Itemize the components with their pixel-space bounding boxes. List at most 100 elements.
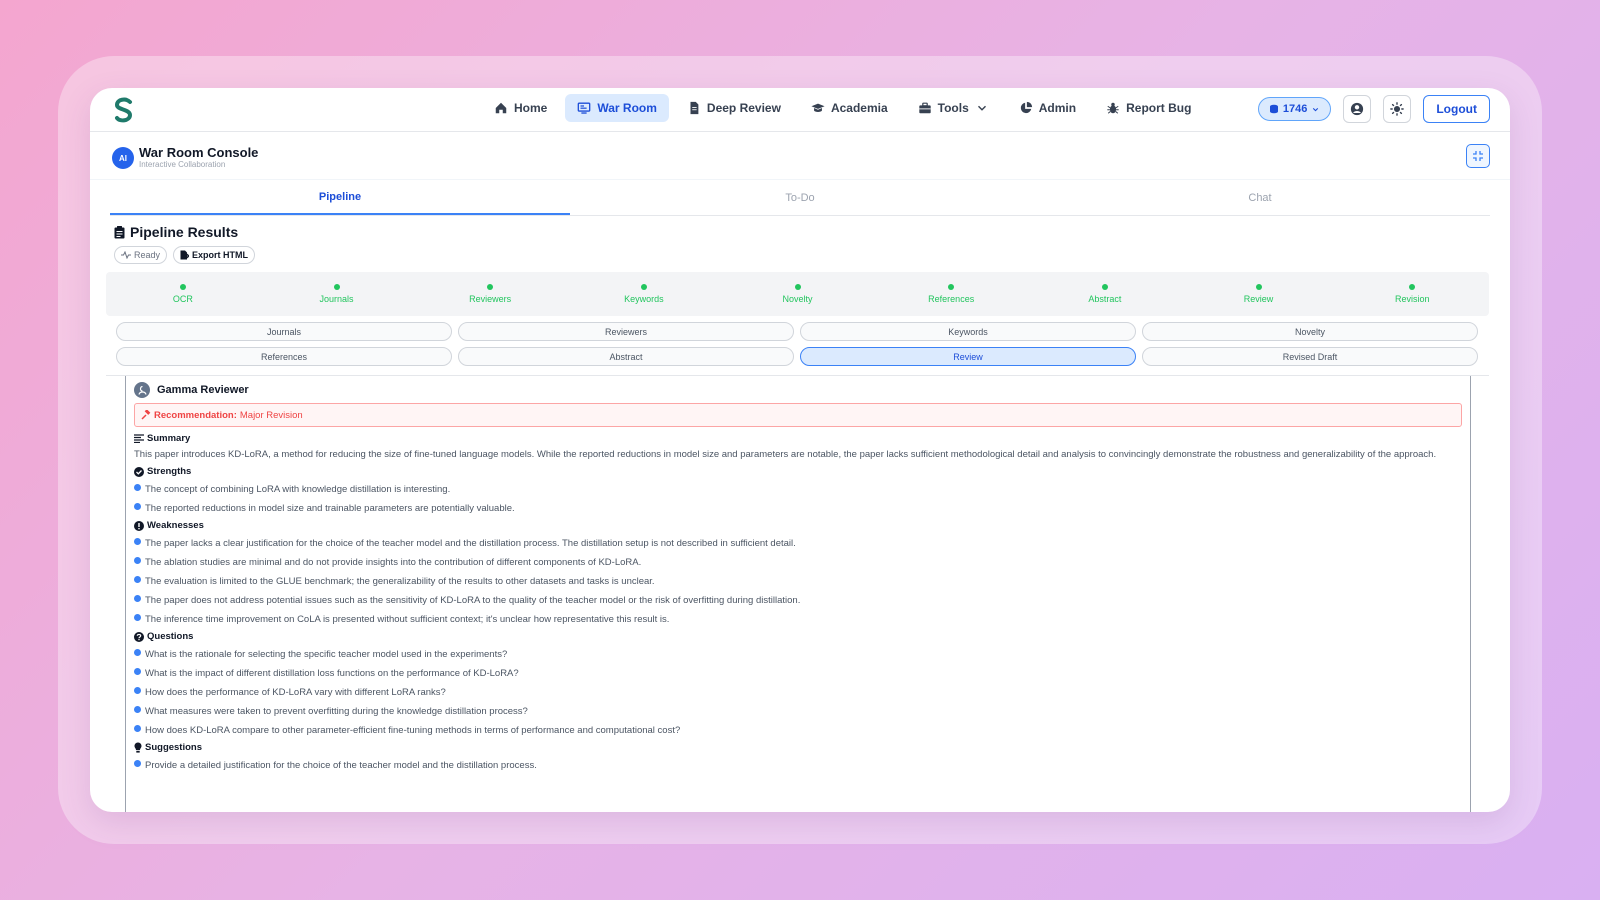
review-card[interactable]: Gamma Reviewer Recommendation: Major Rev… [125,376,1471,812]
user-circle-icon [1351,102,1364,116]
stage-review: Review [1182,272,1336,316]
chevron-down-icon [977,105,986,111]
bullet-icon [134,594,141,602]
recommendation-box: Recommendation: Major Revision [134,403,1462,427]
stage-ocr: OCR [106,272,260,316]
stage-status-dot [948,284,955,290]
subtab-references[interactable]: References [116,347,452,366]
pipeline-results: Pipeline Results Ready Export HTML [114,224,256,264]
stage-journals: Journals [260,272,414,316]
nav-war-room[interactable]: War Room [565,94,669,122]
console-header: AI War Room Console Interactive Collabor… [90,132,1510,180]
activity-icon [121,251,131,259]
summary-heading: Summary [134,433,1462,444]
gavel-icon [141,410,151,420]
subtab-novelty[interactable]: Novelty [1142,322,1478,341]
stage-abstract: Abstract [1028,272,1182,316]
weaknesses-heading: Weaknesses [134,520,1462,531]
exclamation-circle-icon [134,520,144,531]
stage-label: Journals [319,294,354,304]
sun-icon [1390,102,1405,116]
reviewer-header: Gamma Reviewer [134,382,1462,398]
nav-home[interactable]: Home [482,94,559,122]
reviewer-icon [134,382,150,398]
subtab-keywords[interactable]: Keywords [800,322,1136,341]
question-text: How does KD-LoRA compare to other parame… [145,725,681,736]
tab-chat[interactable]: Chat [1030,180,1490,215]
bullet-icon [134,575,141,583]
bug-icon [1107,102,1119,114]
bullet-icon [134,667,141,675]
nav-tools[interactable]: Tools [906,94,1001,122]
pipeline-stages: OCR Journals Reviewers Keywords Novelty … [106,272,1489,316]
nav-academia[interactable]: Academia [799,94,900,122]
summary-title: Summary [147,433,191,444]
subtab-reviewers[interactable]: Reviewers [458,322,794,341]
stage-status-dot [1255,284,1262,290]
ai-avatar: AI [112,147,134,169]
nav-report-bug-label: Report Bug [1126,101,1192,115]
theme-toggle-button[interactable] [1383,95,1412,123]
bullet-icon [134,537,141,545]
recommendation-value: Major Revision [239,409,303,421]
nav-academia-label: Academia [830,101,888,115]
bullet-icon [134,686,141,694]
bullet-icon [134,759,141,767]
file-export-icon [180,250,190,260]
pipeline-results-heading: Pipeline Results [114,224,255,240]
nav-deep-review-label: Deep Review [706,101,781,115]
credits-count: 1746 [1282,103,1308,115]
subtab-journals[interactable]: Journals [116,322,452,341]
question-item: What is the rationale for selecting the … [134,645,1462,664]
bullet-icon [134,483,141,491]
question-item: How does the performance of KD-LoRA vary… [134,683,1462,702]
logo-icon[interactable] [112,97,136,123]
stage-revision: Revision [1335,272,1489,316]
pipeline-actions: Ready Export HTML [114,246,256,264]
console-title: War Room Console [139,145,259,160]
subtab-abstract[interactable]: Abstract [458,347,794,366]
compress-icon [1473,151,1483,161]
tab-todo[interactable]: To-Do [570,180,1030,215]
pipeline-results-title: Pipeline Results [130,224,239,240]
logout-button[interactable]: Logout [1423,95,1490,123]
align-left-icon [134,434,144,443]
strength-item: The reported reductions in model size an… [134,499,1462,518]
nav-report-bug[interactable]: Report Bug [1094,94,1203,122]
questions-title: Questions [147,631,194,642]
bullet-icon [134,724,141,732]
stage-reviewers: Reviewers [413,272,567,316]
strength-text: The concept of combining LoRA with knowl… [145,484,451,495]
nav-admin-label: Admin [1038,101,1077,115]
export-html-button[interactable]: Export HTML [173,246,256,264]
result-subtabs: Journals Reviewers Keywords Novelty Refe… [116,322,1478,366]
check-circle-icon [134,466,144,477]
recommendation-label: Recommendation: [154,409,237,421]
stage-novelty: Novelty [721,272,875,316]
nav-home-label: Home [514,101,548,115]
question-item: How does KD-LoRA compare to other parame… [134,721,1462,740]
collapse-button[interactable] [1466,144,1490,168]
subtab-revised-draft[interactable]: Revised Draft [1142,347,1478,366]
nav-war-room-label: War Room [597,101,657,115]
profile-button[interactable] [1343,95,1372,123]
strengths-heading: Strengths [134,466,1462,477]
tab-pipeline[interactable]: Pipeline [110,180,570,215]
question-item: What is the impact of different distilla… [134,664,1462,683]
nav-admin[interactable]: Admin [1007,94,1088,122]
stage-references: References [874,272,1028,316]
home-icon [495,102,507,114]
weaknesses-title: Weaknesses [147,520,204,531]
credits-badge[interactable]: 1746 [1257,97,1332,121]
weakness-text: The paper does not address potential iss… [145,595,801,606]
weakness-text: The ablation studies are minimal and do … [145,557,642,568]
app-window: Home War Room Deep Review Academia Tools [90,88,1510,812]
stage-label: Review [1243,294,1274,304]
graduation-cap-icon [811,103,825,112]
nav-deep-review[interactable]: Deep Review [675,94,793,122]
stage-status-dot [1409,284,1416,290]
stage-label: Abstract [1088,294,1122,304]
stage-status-dot [640,284,647,290]
stage-status-dot [179,284,186,290]
subtab-review[interactable]: Review [800,347,1136,366]
